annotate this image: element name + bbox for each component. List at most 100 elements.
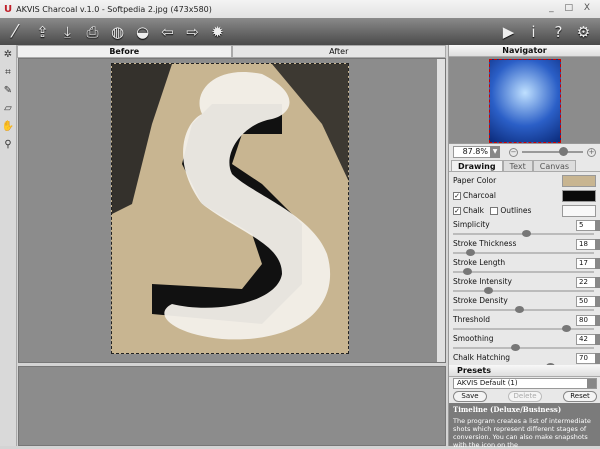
- param-slider-knob[interactable]: [515, 306, 525, 313]
- share-icon[interactable]: ◍: [105, 21, 130, 43]
- reset-preset-button[interactable]: Reset: [563, 391, 597, 402]
- image-preview: [111, 63, 349, 354]
- crop-icon[interactable]: ⌗: [0, 63, 16, 81]
- param-slider[interactable]: [453, 268, 594, 275]
- zoom-field[interactable]: 87.8% ▼: [453, 146, 500, 158]
- param-spinbox[interactable]: 5: [576, 220, 600, 231]
- preset-tool-icon[interactable]: ✲: [0, 45, 16, 63]
- param-slider-knob[interactable]: [561, 325, 571, 332]
- charcoal-checkbox[interactable]: ✓: [453, 192, 461, 200]
- tab-canvas[interactable]: Canvas: [532, 160, 577, 171]
- param-slider-knob[interactable]: [522, 230, 532, 237]
- param-value: 80: [579, 316, 588, 324]
- window-title: AKVIS Charcoal v.1.0 - Softpedia 2.jpg (…: [16, 4, 212, 14]
- spin-arrows-icon[interactable]: [595, 220, 600, 231]
- param-spinbox[interactable]: 22: [576, 277, 600, 288]
- param-value: 22: [579, 278, 588, 286]
- param-value: 50: [579, 297, 588, 305]
- help-icon[interactable]: ?: [546, 21, 571, 43]
- preset-select[interactable]: AKVIS Default (1): [453, 378, 597, 389]
- chalk-checkbox[interactable]: ✓: [453, 207, 461, 215]
- tab-after[interactable]: After: [231, 45, 446, 58]
- param-slider[interactable]: [453, 249, 594, 256]
- eraser-icon[interactable]: ▱: [0, 99, 16, 117]
- timeline-help-text: The program creates a list of intermedia…: [453, 417, 591, 449]
- zoom-dropdown-icon[interactable]: ▼: [490, 146, 500, 158]
- settings-panel: Navigator 87.8% ▼ − + Drawing Text Canvas…: [448, 45, 600, 449]
- param-simplicity: Simplicity 5: [449, 219, 600, 238]
- param-spinbox[interactable]: 18: [576, 239, 600, 250]
- param-slider[interactable]: [453, 287, 594, 294]
- spin-arrows-icon[interactable]: [595, 296, 600, 307]
- param-spinbox[interactable]: 80: [576, 315, 600, 326]
- spin-arrows-icon[interactable]: [595, 334, 600, 345]
- param-slider-knob[interactable]: [511, 344, 521, 351]
- window-controls[interactable]: _ □ X: [549, 3, 594, 13]
- navigator[interactable]: [449, 57, 600, 144]
- param-stroke-density: Stroke Density 50: [449, 295, 600, 314]
- navigator-title: Navigator: [449, 45, 600, 57]
- zoom-out-icon[interactable]: −: [509, 147, 518, 157]
- left-toolbar: ✲ ⌗ ✎ ▱ ✋ ⚲: [0, 45, 17, 446]
- outlines-checkbox[interactable]: [490, 207, 499, 215]
- spin-arrows-icon[interactable]: [595, 315, 600, 326]
- param-spinbox[interactable]: 50: [576, 296, 600, 307]
- redo-icon[interactable]: ⇨: [180, 21, 205, 43]
- param-slider[interactable]: [453, 230, 594, 237]
- param-slider[interactable]: [453, 344, 594, 351]
- view-tabs: Before After: [17, 45, 446, 58]
- param-stroke-length: Stroke Length 17: [449, 257, 600, 276]
- navigator-thumbnail[interactable]: [489, 59, 561, 143]
- zoom-in-icon[interactable]: +: [587, 147, 596, 157]
- spin-arrows-icon[interactable]: [595, 258, 600, 269]
- chalk-color-swatch[interactable]: [562, 205, 596, 217]
- pencil-icon[interactable]: ✎: [0, 81, 16, 99]
- print-icon[interactable]: ⎙: [80, 21, 105, 43]
- param-value: 70: [579, 354, 588, 362]
- canvas-scrollbar[interactable]: [437, 59, 445, 362]
- param-spinbox[interactable]: 42: [576, 334, 600, 345]
- spin-arrows-icon[interactable]: [595, 239, 600, 250]
- param-slider[interactable]: [453, 306, 594, 313]
- param-smoothing: Smoothing 42: [449, 333, 600, 352]
- tab-drawing[interactable]: Drawing: [451, 160, 503, 171]
- zoom-icon[interactable]: ⚲: [0, 135, 16, 153]
- image-canvas[interactable]: [18, 58, 446, 363]
- param-value: 18: [579, 240, 588, 248]
- param-slider-knob[interactable]: [465, 249, 475, 256]
- batch-gear-icon[interactable]: ✹: [205, 21, 230, 43]
- timeline-help: Timeline (Deluxe/Business) The program c…: [449, 403, 600, 449]
- param-value: 5: [579, 221, 584, 229]
- spin-arrows-icon[interactable]: [595, 277, 600, 288]
- undo-icon[interactable]: ⇦: [155, 21, 180, 43]
- run-icon[interactable]: ▶: [496, 21, 521, 43]
- zoom-slider-knob[interactable]: [558, 147, 568, 156]
- main-toolbar: ⁄ ⇪ ⤓ ⎙ ◍ ◒ ⇦ ⇨ ✹ ▶ i ? ⚙: [0, 18, 600, 45]
- paper-color-swatch[interactable]: [562, 175, 596, 187]
- hand-icon[interactable]: ✋: [0, 117, 16, 135]
- param-threshold: Threshold 80: [449, 314, 600, 333]
- charcoal-color-swatch[interactable]: [562, 190, 596, 202]
- param-slider-knob[interactable]: [484, 287, 494, 294]
- zoom-slider[interactable]: [522, 147, 583, 156]
- save-icon[interactable]: ⤓: [55, 21, 80, 43]
- settings-icon[interactable]: ⚙: [571, 21, 596, 43]
- param-spinbox[interactable]: 70: [576, 353, 600, 364]
- param-slider-knob[interactable]: [463, 268, 473, 275]
- eraser-icon[interactable]: ◒: [130, 21, 155, 43]
- brush-logo-icon[interactable]: ⁄: [0, 21, 30, 43]
- chalk-label: Chalk: [463, 206, 485, 215]
- akvis-logo-icon: U: [4, 3, 13, 15]
- info-icon[interactable]: i: [521, 21, 546, 43]
- settings-tabs: Drawing Text Canvas: [449, 160, 600, 172]
- delete-preset-button[interactable]: Delete: [508, 391, 542, 402]
- tab-before[interactable]: Before: [17, 45, 232, 58]
- open-icon[interactable]: ⇪: [30, 21, 55, 43]
- save-preset-button[interactable]: Save: [453, 391, 487, 402]
- spin-arrows-icon[interactable]: [595, 353, 600, 364]
- param-slider[interactable]: [453, 325, 594, 332]
- param-spinbox[interactable]: 17: [576, 258, 600, 269]
- tab-text[interactable]: Text: [502, 160, 533, 171]
- zoom-value: 87.8%: [462, 147, 488, 156]
- charcoal-label: Charcoal: [463, 191, 496, 200]
